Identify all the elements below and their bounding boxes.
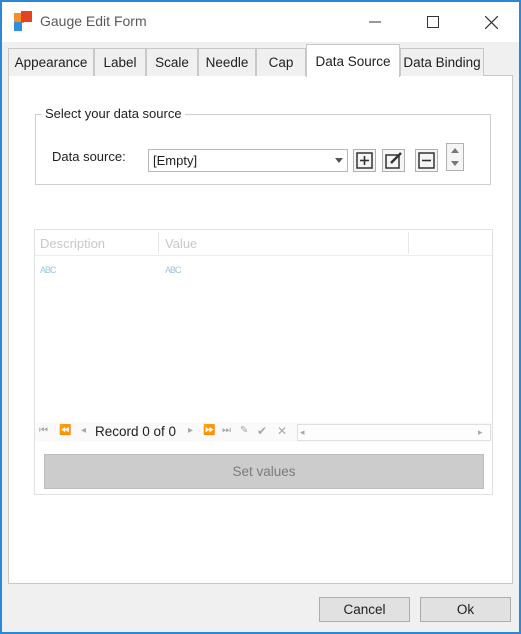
close-icon <box>484 15 498 29</box>
data-source-group: Select your data source Data source: [Em… <box>35 106 491 185</box>
tab-appearance[interactable]: Appearance <box>8 48 94 76</box>
scroll-right-icon[interactable]: ▸ <box>478 427 483 438</box>
spin-down-button[interactable] <box>447 157 463 170</box>
tab-data-binding[interactable]: Data Binding <box>400 48 484 76</box>
data-source-selected-value: [Empty] <box>153 153 198 168</box>
column-header-description[interactable]: Description <box>40 236 105 251</box>
horizontal-scrollbar[interactable]: ◂ ▸ <box>297 424 491 441</box>
data-source-combobox[interactable]: [Empty] <box>148 149 348 172</box>
chevron-down-icon <box>335 158 343 163</box>
first-record-icon[interactable]: ⏮ <box>39 425 48 436</box>
chevron-down-icon <box>451 161 459 166</box>
title-bar: Gauge Edit Form <box>2 2 519 42</box>
last-record-icon[interactable]: ⏭ <box>222 425 231 436</box>
tab-cap[interactable]: Cap <box>256 48 306 76</box>
close-button[interactable] <box>468 2 514 42</box>
maximize-button[interactable] <box>410 2 456 42</box>
next-record-icon[interactable]: ▸ <box>188 425 193 436</box>
gauge-edit-form-window: Gauge Edit Form Appearance Label Scale N… <box>0 0 521 634</box>
tab-scale[interactable]: Scale <box>146 48 198 76</box>
column-separator <box>158 232 159 254</box>
edit-data-source-button[interactable] <box>382 149 405 172</box>
grid-header: Description Value <box>35 230 492 256</box>
text-type-icon: ABC <box>165 265 181 275</box>
maximize-icon <box>427 16 439 28</box>
previous-record-icon[interactable]: ◂ <box>81 425 86 436</box>
cancel-button[interactable]: Cancel <box>319 597 410 622</box>
record-counter: Record 0 of 0 <box>95 424 177 439</box>
tab-data-source[interactable]: Data Source <box>306 44 400 77</box>
cancel-edit-icon[interactable]: ✕ <box>277 424 287 438</box>
minimize-icon <box>369 21 381 23</box>
window-title: Gauge Edit Form <box>40 13 147 29</box>
grid-record-navigator: ⏮ ⏪ ◂ Record 0 of 0 ▸ ⏩ ⏭ ✎ ✔ ✕ ◂ ▸ <box>35 422 492 442</box>
column-separator <box>408 232 409 254</box>
tab-needle[interactable]: Needle <box>198 48 256 76</box>
scroll-left-icon[interactable]: ◂ <box>300 427 305 438</box>
remove-data-source-button[interactable] <box>415 149 438 172</box>
column-header-value[interactable]: Value <box>165 236 197 251</box>
next-page-icon[interactable]: ⏩ <box>203 425 215 436</box>
add-icon <box>356 152 373 169</box>
edit-icon <box>384 152 402 169</box>
previous-page-icon[interactable]: ⏪ <box>59 425 71 436</box>
spin-up-button[interactable] <box>447 144 463 157</box>
end-edit-icon[interactable]: ✔ <box>257 424 267 438</box>
data-source-tab-panel: Select your data source Data source: [Em… <box>8 76 513 584</box>
add-data-source-button[interactable] <box>353 149 376 172</box>
tab-strip: Appearance Label Scale Needle Cap Data S… <box>8 44 513 77</box>
set-values-button[interactable]: Set values <box>44 454 484 489</box>
remove-icon <box>418 152 435 169</box>
group-legend: Select your data source <box>42 106 185 121</box>
ok-button[interactable]: Ok <box>420 597 511 622</box>
app-logo-icon <box>12 11 34 33</box>
data-source-spinner[interactable] <box>446 143 464 171</box>
chevron-up-icon <box>451 148 459 153</box>
minimize-button[interactable] <box>352 2 398 42</box>
edit-record-icon[interactable]: ✎ <box>240 425 248 436</box>
data-source-label: Data source: <box>52 149 126 164</box>
tab-label[interactable]: Label <box>94 48 146 76</box>
text-type-icon: ABC <box>40 265 56 275</box>
values-grid: Description Value ABC ABC ⏮ ⏪ ◂ Record 0… <box>34 229 493 495</box>
